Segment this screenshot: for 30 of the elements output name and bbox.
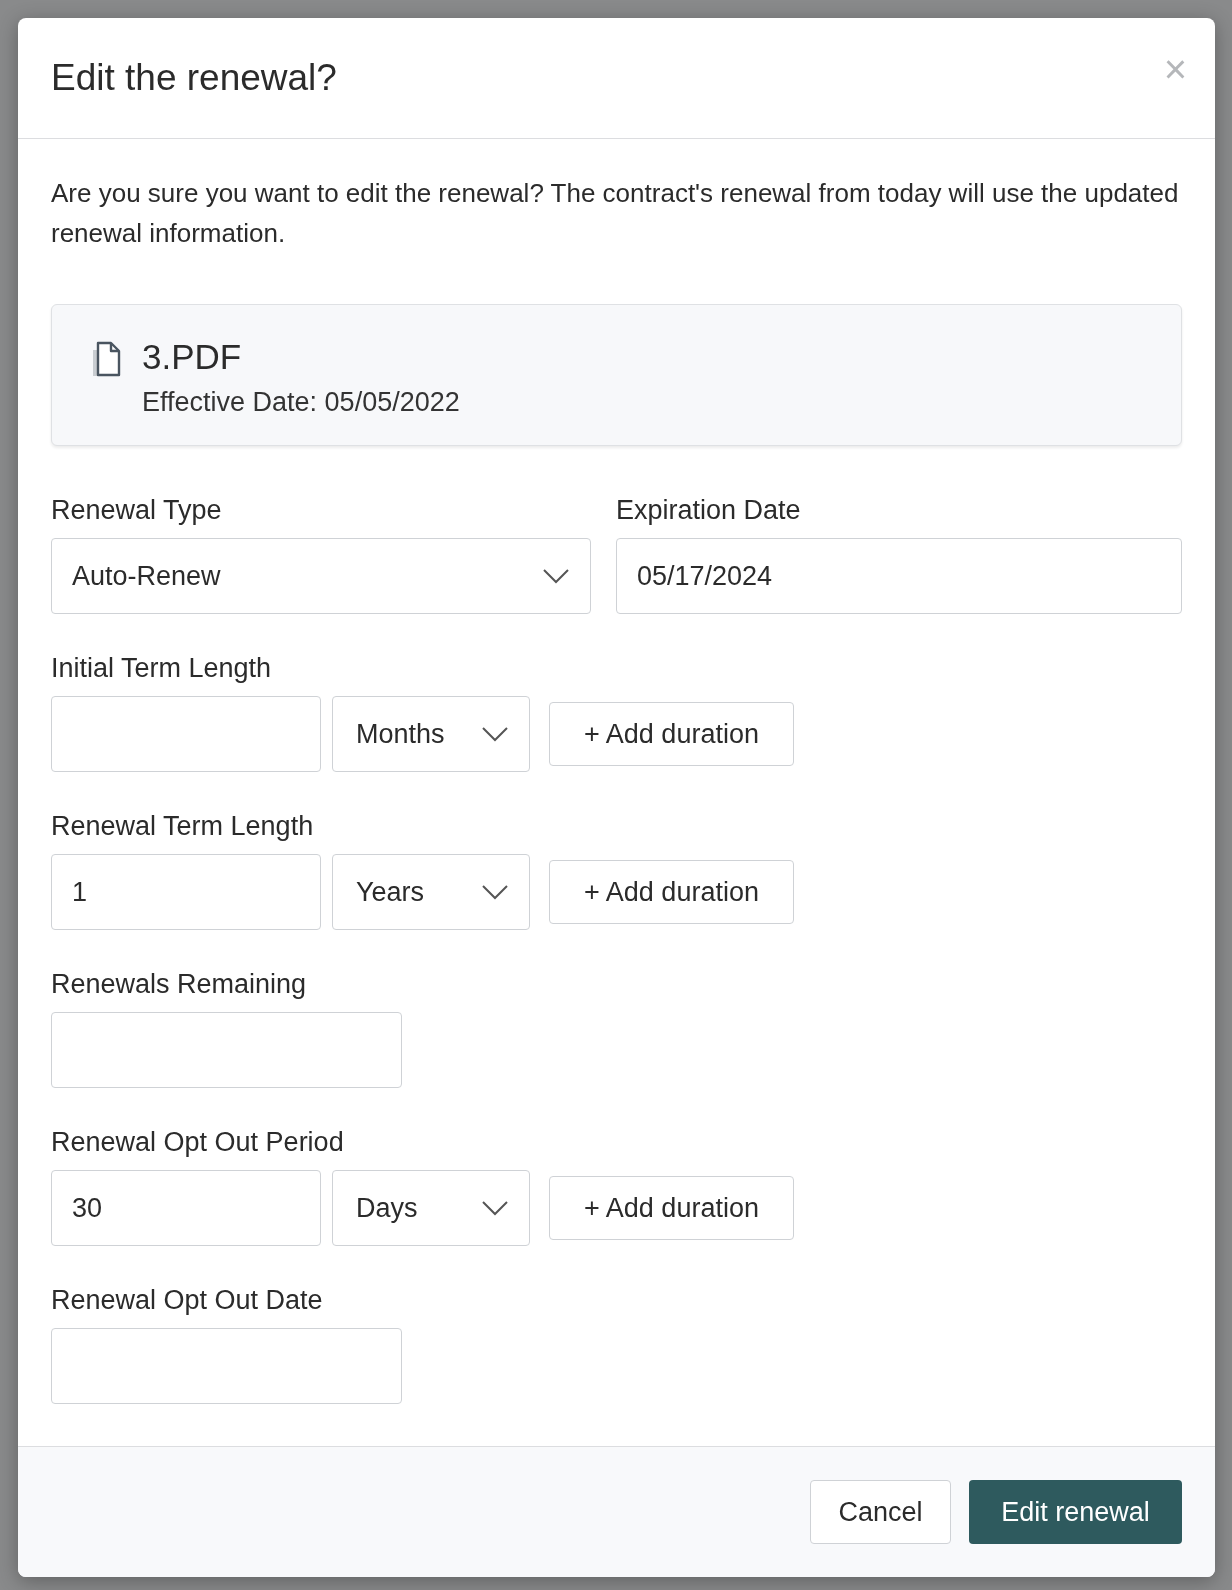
field-label: Renewal Term Length <box>51 810 315 842</box>
unit-select[interactable]: Days <box>332 1170 530 1246</box>
field-label: Renewal Type <box>51 494 223 526</box>
unit-select[interactable]: Months <box>332 696 530 772</box>
text-field[interactable] <box>51 1328 402 1404</box>
message-text: Are you sure you want to edit the renewal? The contract's renewal from today will use the updated renewal information. <box>51 177 1180 250</box>
number-field[interactable] <box>51 696 321 772</box>
number-field[interactable]: 1 <box>51 854 321 930</box>
text-field[interactable] <box>51 1012 402 1088</box>
add-duration-button[interactable]: + Add duration <box>549 702 794 766</box>
dialog-title: Edit the renewal? <box>51 57 337 99</box>
field-label: Initial Term Length <box>51 652 273 684</box>
chevron-down-icon <box>542 568 570 584</box>
field-label: Renewals Remaining <box>51 968 308 1000</box>
add-duration-button[interactable]: + Add duration <box>549 860 794 924</box>
field-label: Renewal Opt Out Date <box>51 1284 324 1316</box>
field-label: Renewal Opt Out Period <box>51 1126 345 1158</box>
chevron-down-icon <box>481 1200 509 1216</box>
number-field[interactable]: 30 <box>51 1170 321 1246</box>
add-duration-button[interactable]: + Add duration <box>549 1176 794 1240</box>
chevron-down-icon <box>481 726 509 742</box>
effective-date: Effective Date: 05/05/2022 <box>142 387 460 418</box>
field-label: Expiration Date <box>616 494 802 526</box>
text-field[interactable]: 05/17/2024 <box>616 538 1182 614</box>
edit-renewal-button[interactable]: Edit renewal <box>969 1480 1182 1544</box>
document-name: 3.PDF <box>142 337 243 377</box>
unit-select[interactable]: Years <box>332 854 530 930</box>
select-field[interactable]: Auto-Renew <box>51 538 591 614</box>
cancel-button[interactable]: Cancel <box>810 1480 951 1544</box>
chevron-down-icon <box>481 884 509 900</box>
